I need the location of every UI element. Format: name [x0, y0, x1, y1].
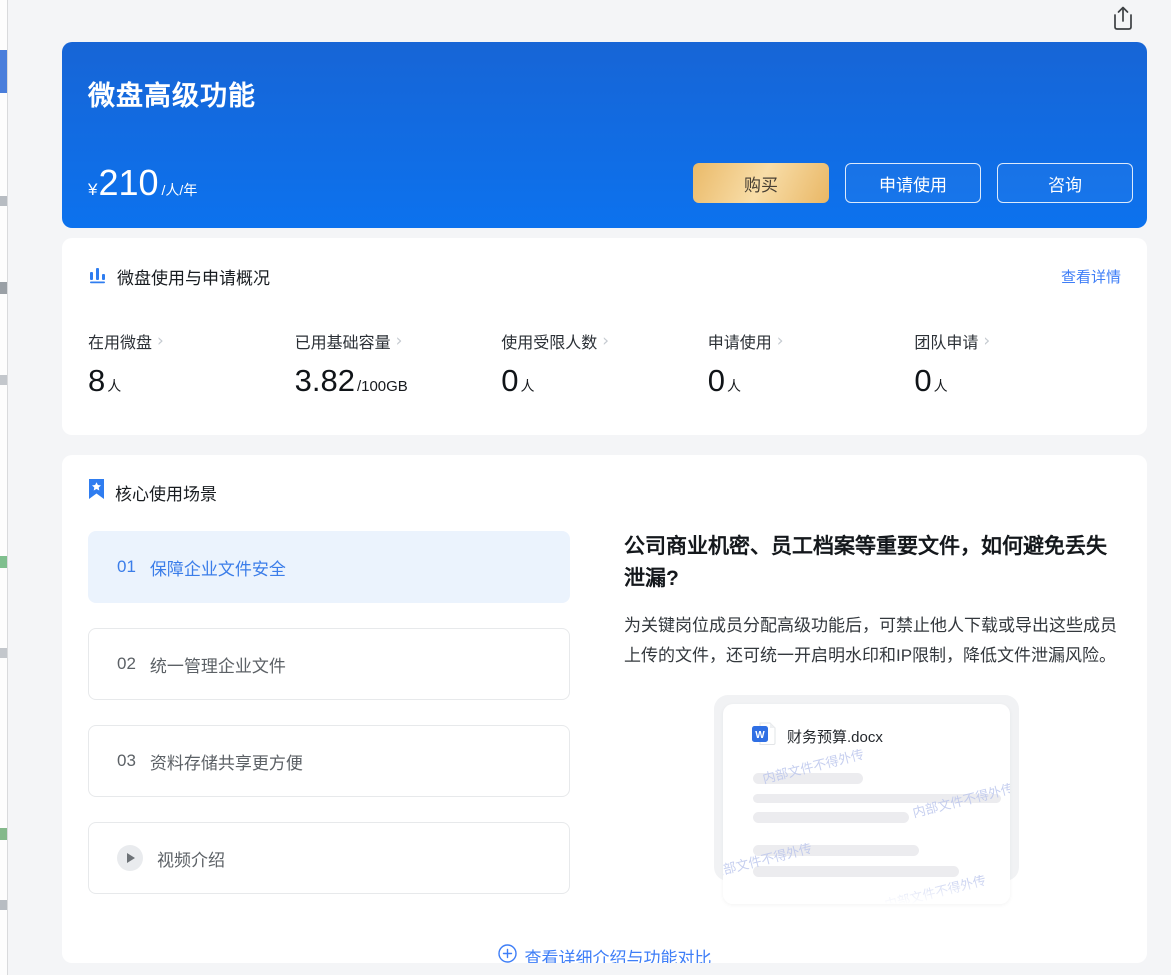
stat-apply-usage[interactable]: 申请使用 › 0 人 — [708, 329, 915, 399]
share-icon — [1111, 5, 1135, 37]
scenario-item-file-security[interactable]: 01 保障企业文件安全 — [88, 531, 570, 603]
stat-label: 团队申请 — [914, 335, 979, 352]
chevron-right-icon: › — [776, 331, 784, 351]
placeholder-text-bar — [753, 844, 919, 856]
stat-active-drives[interactable]: 在用微盘 › 8 人 — [88, 329, 295, 399]
stat-label: 使用受限人数 — [501, 335, 598, 352]
word-doc-icon: W — [751, 722, 777, 751]
stat-value: 0 — [707, 363, 726, 398]
stat-value: 8 — [88, 363, 106, 398]
stats-row: 在用微盘 › 8 人 已用基础容量 › 3.82 /100GB 使用受限人数 ›… — [88, 329, 1121, 399]
stat-unit: 人 — [107, 378, 122, 394]
plus-circle-icon — [497, 944, 517, 963]
hero-card: 微盘高级功能 ¥ 210 /人/年 购买 申请使用 咨询 — [62, 42, 1147, 228]
scenario-label: 保障企业文件安全 — [149, 559, 286, 579]
stat-used-capacity[interactable]: 已用基础容量 › 3.82 /100GB — [295, 329, 502, 399]
scenario-detail-heading: 公司商业机密、员工档案等重要文件，如何避免丢失泄漏? — [624, 535, 1107, 590]
stat-value: 0 — [914, 363, 932, 398]
view-details-link[interactable]: 查看详情 — [1061, 266, 1121, 287]
scenario-number: 01 — [117, 557, 136, 576]
chevron-right-icon: › — [602, 331, 610, 351]
scenario-label: 统一管理企业文件 — [149, 656, 286, 676]
scenario-label: 资料存储共享更方便 — [149, 753, 303, 773]
document-preview: W 财务预算.docx 内部文件不得外传 内部文件不得外传 内部文件不得外传 — [714, 694, 1019, 904]
apply-button[interactable]: 申请使用 — [845, 163, 981, 203]
scenario-number: 02 — [117, 654, 136, 673]
placeholder-text-bar — [753, 772, 863, 784]
sliver-selection-fragment — [0, 50, 7, 93]
stat-value: 3.82 — [294, 363, 355, 398]
stat-label: 在用微盘 — [88, 335, 153, 352]
stat-unit: /100GB — [356, 378, 408, 395]
svg-text:W: W — [755, 730, 765, 741]
preview-fade — [723, 877, 1010, 904]
scenario-item-unified-management[interactable]: 02 统一管理企业文件 — [88, 628, 570, 700]
placeholder-text-bar — [753, 793, 1001, 803]
chevron-right-icon: › — [157, 331, 164, 351]
play-icon — [117, 845, 143, 871]
consult-button[interactable]: 咨询 — [997, 163, 1133, 203]
overview-title: 微盘使用与申请概况 — [117, 269, 270, 288]
share-button[interactable] — [1108, 5, 1138, 37]
stat-restricted-users[interactable]: 使用受限人数 › 0 人 — [501, 329, 708, 399]
scenario-list: 01 保障企业文件安全 02 统一管理企业文件 03 资料存储共享更方便 视频介… — [88, 531, 570, 919]
chevron-right-icon: › — [983, 331, 991, 351]
premium-feature-panel: 微盘高级功能 ¥ 210 /人/年 购买 申请使用 咨询 微盘使用与申请概况 查… — [62, 42, 1147, 963]
scenario-item-storage-sharing[interactable]: 03 资料存储共享更方便 — [88, 725, 570, 797]
background-window-sliver — [0, 0, 8, 975]
stat-label: 申请使用 — [707, 335, 772, 352]
chevron-right-icon: › — [395, 331, 403, 351]
scenario-detail-description: 为关键岗位成员分配高级功能后，可禁止他人下载或导出这些成员上传的文件，还可统一开… — [624, 616, 1117, 665]
core-scenarios-card: 核心使用场景 01 保障企业文件安全 02 统一管理企业文件 03 资料存储共享… — [62, 455, 1147, 963]
price-unit: /人/年 — [161, 182, 198, 198]
placeholder-text-bar — [753, 811, 909, 823]
bar-chart-icon — [88, 265, 107, 289]
placeholder-text-bar — [753, 865, 959, 877]
stat-unit: 人 — [933, 378, 948, 394]
feature-comparison-label: 查看详细介绍与功能对比 — [524, 948, 712, 964]
preview-filename: 财务预算.docx — [787, 728, 883, 746]
scenario-number: 03 — [117, 751, 136, 770]
usage-overview-card: 微盘使用与申请概况 查看详情 在用微盘 › 8 人 已用基础容量 › 3.82 … — [62, 238, 1147, 435]
feature-comparison-link[interactable]: 查看详细介绍与功能对比 — [88, 933, 1121, 963]
buy-button[interactable]: 购买 — [693, 163, 829, 203]
stat-unit: 人 — [727, 378, 742, 394]
video-intro-item[interactable]: 视频介绍 — [88, 822, 570, 894]
page-title: 微盘高级功能 — [88, 81, 256, 111]
price-currency: ¥ — [88, 180, 98, 199]
scenario-label: 视频介绍 — [157, 850, 225, 870]
price-amount: 210 — [98, 162, 159, 203]
stat-team-requests[interactable]: 团队申请 › 0 人 — [914, 329, 1121, 399]
bookmark-star-icon — [88, 479, 105, 505]
scenario-detail-panel: 公司商业机密、员工档案等重要文件，如何避免丢失泄漏? 为关键岗位成员分配高级功能… — [624, 531, 1121, 919]
stat-value: 0 — [501, 363, 519, 398]
price: ¥ 210 /人/年 — [88, 162, 197, 204]
stat-unit: 人 — [520, 378, 535, 394]
stat-label: 已用基础容量 — [294, 335, 391, 352]
scenarios-title: 核心使用场景 — [115, 484, 217, 504]
